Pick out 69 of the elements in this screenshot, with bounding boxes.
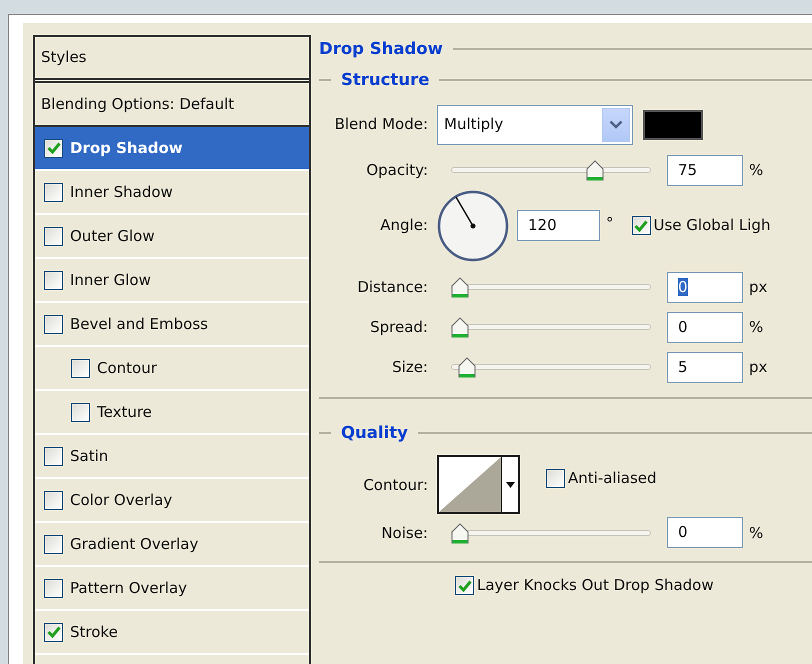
- number-field[interactable]: 5: [667, 352, 743, 382]
- style-list-item[interactable]: Inner Shadow: [35, 171, 309, 215]
- slider-thumb[interactable]: [586, 159, 604, 181]
- panel-header: Styles: [41, 47, 86, 68]
- number-field[interactable]: 0: [667, 272, 743, 302]
- unit-label: px: [749, 276, 768, 298]
- color-swatch[interactable]: [643, 110, 703, 140]
- section-heading: Drop Shadow: [319, 38, 443, 60]
- section-heading: Quality: [341, 422, 408, 444]
- checkbox[interactable]: [44, 534, 63, 554]
- style-list-item[interactable]: Gradient Overlay: [35, 523, 309, 567]
- style-list-item[interactable]: Color Overlay: [35, 479, 309, 523]
- checkbox[interactable]: [44, 270, 63, 290]
- checkbox[interactable]: [455, 576, 474, 595]
- style-list-item[interactable]: Outer Glow: [35, 215, 309, 259]
- unit-label: px: [749, 356, 768, 378]
- field-label: Angle:: [379, 215, 429, 236]
- field-label: Contour:: [362, 474, 429, 496]
- checkbox[interactable]: [44, 138, 63, 158]
- angle-dial[interactable]: [437, 190, 509, 262]
- checkbox[interactable]: [44, 182, 63, 202]
- field-label: Noise:: [380, 522, 429, 544]
- checkbox[interactable]: [44, 578, 63, 598]
- field-label: Spread:: [369, 316, 429, 338]
- style-list-item[interactable]: Bevel and Emboss: [35, 303, 309, 347]
- unit-label: %: [749, 160, 764, 181]
- slider-thumb[interactable]: [451, 522, 469, 544]
- style-list-item[interactable]: Contour: [35, 347, 309, 391]
- checkbox-label[interactable]: Layer Knocks Out Drop Shadow: [477, 574, 714, 597]
- slider-thumb[interactable]: [458, 356, 476, 378]
- checkbox[interactable]: [44, 490, 63, 510]
- checkbox[interactable]: [71, 358, 90, 378]
- number-field[interactable]: 0: [667, 312, 743, 342]
- style-list-item[interactable]: Texture: [35, 391, 309, 435]
- slider[interactable]: [451, 275, 651, 299]
- unit-label: %: [749, 522, 764, 544]
- caret-icon: [506, 482, 514, 488]
- field-label: Blend Mode:: [334, 114, 429, 136]
- style-list-item[interactable]: Pattern Overlay: [35, 567, 309, 611]
- unit-label: °: [606, 212, 614, 234]
- number-field[interactable]: 0: [667, 517, 743, 548]
- style-list-item[interactable]: Satin: [35, 435, 309, 479]
- checkbox[interactable]: [44, 226, 63, 246]
- slider-thumb[interactable]: [451, 316, 469, 338]
- number-field[interactable]: 75: [667, 154, 743, 186]
- field-label: Distance:: [356, 276, 429, 298]
- style-list-item[interactable]: Inner Glow: [35, 259, 309, 303]
- slider[interactable]: [451, 355, 651, 379]
- checkbox[interactable]: [44, 314, 63, 334]
- checkbox[interactable]: [44, 622, 63, 642]
- style-list-item[interactable]: Drop Shadow: [35, 127, 309, 171]
- checkbox[interactable]: [71, 402, 90, 422]
- dropdown[interactable]: Multiply: [437, 104, 633, 144]
- section-heading: Structure: [341, 68, 430, 91]
- contour-picker[interactable]: [437, 455, 520, 514]
- slider[interactable]: [451, 520, 651, 545]
- checkbox-label[interactable]: Anti-aliased: [568, 467, 657, 490]
- style-list-item[interactable]: Stroke: [35, 611, 309, 655]
- field-label: Opacity:: [365, 160, 429, 181]
- unit-label: %: [749, 316, 764, 338]
- checkbox[interactable]: [546, 469, 565, 488]
- field-label: Size:: [391, 356, 429, 378]
- number-field[interactable]: 120: [517, 210, 600, 241]
- checkbox-label[interactable]: Use Global Ligh: [654, 214, 770, 237]
- slider-thumb[interactable]: [451, 276, 469, 298]
- slider[interactable]: [451, 315, 651, 339]
- checkbox[interactable]: [632, 216, 650, 235]
- checkbox[interactable]: [44, 446, 63, 466]
- slider[interactable]: [451, 158, 651, 182]
